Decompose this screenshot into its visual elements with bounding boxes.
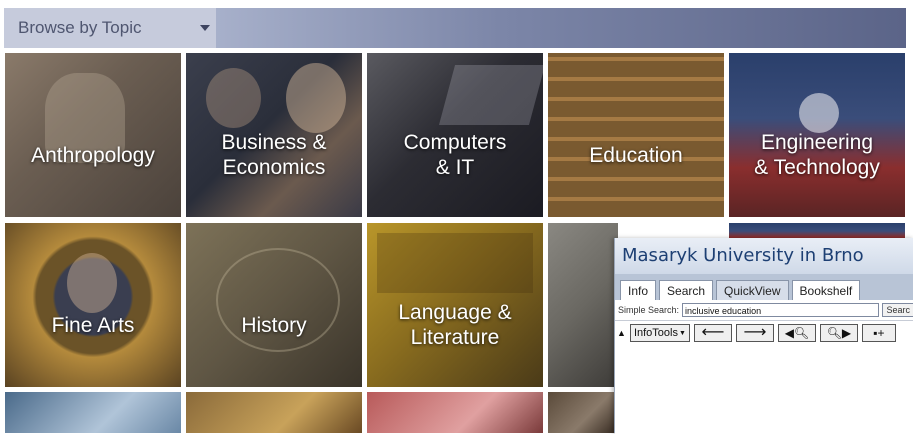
quickview-content-area	[615, 344, 913, 434]
tile-partial-row3-1[interactable]	[5, 392, 181, 433]
tile-anthropology[interactable]: Anthropology	[5, 53, 181, 217]
tile-label-engineering-technology: Engineering & Technology	[754, 131, 880, 179]
tile-partial-row3-4[interactable]	[548, 392, 614, 433]
tile-label-anthropology: Anthropology	[31, 143, 155, 167]
tile-partial-row3-3[interactable]	[367, 392, 543, 433]
dropdown-caret-icon: ▼	[678, 329, 686, 337]
browse-by-topic-label: Browse by Topic	[18, 18, 142, 37]
search-back-button[interactable]: ◀🔍︎	[777, 324, 816, 342]
window-title: Masaryk University in Brno	[615, 238, 913, 274]
tile-business-economics[interactable]: Business & Economics	[186, 53, 362, 217]
tile-partial-row3-2[interactable]	[186, 392, 362, 433]
simple-search-label: Simple Search:	[618, 305, 680, 315]
simple-search-input[interactable]: inclusive education	[682, 303, 880, 317]
add-page-icon: ▪+	[873, 326, 885, 340]
tile-label-language-literature: Language & Literature	[398, 301, 512, 349]
tab-bookshelf[interactable]: Bookshelf	[791, 280, 861, 300]
search-button[interactable]: Searc	[882, 303, 913, 317]
tile-label-computers-it: Computers & IT	[403, 131, 507, 179]
library-toolbar-window: Masaryk University in Brno Info Search Q…	[614, 238, 913, 434]
tile-label-history: History	[241, 313, 307, 337]
caret-down-icon	[200, 25, 210, 31]
magnifier-arrow-right-icon: 🔍︎▶	[826, 326, 852, 340]
simple-search-row: Simple Search: inclusive education Searc	[615, 300, 913, 321]
tile-label-business-economics: Business & Economics	[221, 131, 327, 179]
tile-computers-it[interactable]: Computers & IT	[367, 53, 543, 217]
back-button[interactable]: ⟵	[693, 324, 732, 342]
tab-bar: Info Search QuickView Bookshelf	[615, 274, 913, 300]
forward-button[interactable]: ⟶	[735, 324, 774, 342]
add-to-bookshelf-button[interactable]: ▪+	[861, 324, 896, 342]
tile-fine-arts[interactable]: Fine Arts	[5, 223, 181, 387]
toolbar: ▲ InfoTools ▼ ⟵ ⟶ ◀🔍︎ 🔍︎▶ ▪+	[615, 322, 913, 344]
infotools-label: InfoTools	[633, 327, 678, 339]
tile-language-literature[interactable]: Language & Literature	[367, 223, 543, 387]
tab-info[interactable]: Info	[620, 280, 657, 300]
tab-quickview[interactable]: QuickView	[716, 280, 789, 300]
tile-history[interactable]: History	[186, 223, 362, 387]
tile-label-education: Education	[589, 143, 683, 167]
search-forward-button[interactable]: 🔍︎▶	[819, 324, 858, 342]
browse-bar: Browse by Topic	[4, 8, 906, 48]
arrow-left-magnifier-icon: ◀🔍︎	[784, 326, 810, 340]
arrow-left-icon: ⟵	[701, 324, 725, 341]
scroll-up-arrow-icon[interactable]: ▲	[617, 328, 626, 338]
tile-education[interactable]: Education	[548, 53, 724, 217]
arrow-right-icon: ⟶	[743, 324, 767, 341]
tile-label-fine-arts: Fine Arts	[51, 313, 135, 337]
tab-search[interactable]: Search	[659, 280, 714, 300]
tile-engineering-technology[interactable]: Engineering & Technology	[729, 53, 905, 217]
browse-by-topic-dropdown[interactable]: Browse by Topic	[4, 8, 216, 48]
tile-partial-row2[interactable]	[548, 223, 618, 387]
infotools-button[interactable]: InfoTools ▼	[629, 324, 690, 342]
